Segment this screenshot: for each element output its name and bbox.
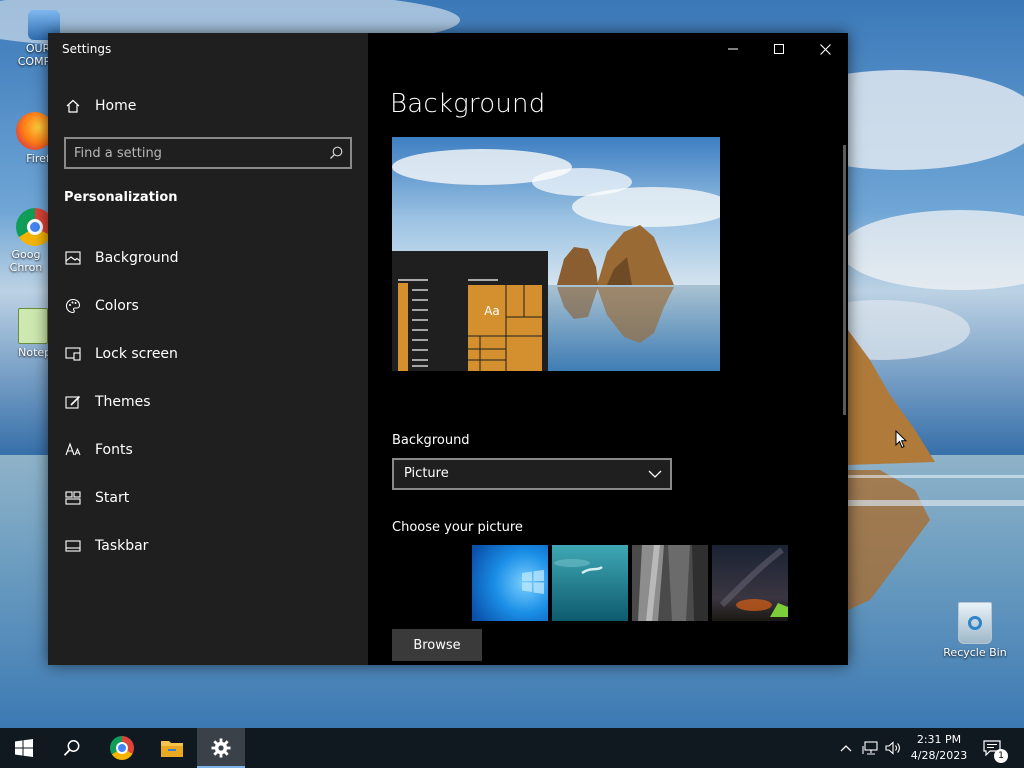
taskbar-chrome-button[interactable] — [98, 728, 146, 768]
show-hidden-icons-button[interactable] — [836, 738, 856, 758]
clock-date: 4/28/2023 — [910, 749, 968, 762]
settings-window: Home Personalization Background Colors — [48, 33, 848, 665]
notification-count-badge: 1 — [994, 749, 1008, 763]
window-titlebar[interactable]: Settings — [48, 33, 848, 65]
taskbar: 2:31 PM 4/28/2023 — [0, 728, 1024, 768]
night-sky-tent-thumb[interactable] — [712, 545, 788, 621]
sidebar-item-background[interactable]: Background — [64, 246, 179, 270]
sidebar-item-taskbar[interactable]: Taskbar — [64, 534, 148, 558]
desktop-icon-recycle-bin[interactable]: Recycle Bin — [940, 602, 1010, 659]
preview-sample-text: Aa — [484, 304, 500, 318]
maximize-icon — [774, 44, 784, 54]
settings-content: Background Aa Background Picture Choose … — [368, 33, 848, 665]
taskbar-file-explorer-button[interactable] — [148, 728, 196, 768]
start-tiles-icon — [64, 489, 82, 507]
desktop-icon-label: Recycle Bin — [943, 646, 1007, 659]
taskbar-settings-button[interactable] — [197, 728, 245, 768]
sidebar-item-label: Home — [95, 98, 137, 114]
sidebar-item-lock-screen[interactable]: Lock screen — [64, 342, 178, 366]
windows-blue-thumb[interactable] — [472, 545, 548, 621]
rock-cliff-thumb[interactable] — [632, 545, 708, 621]
clock-time: 2:31 PM — [916, 733, 962, 746]
background-type-select[interactable]: Picture — [392, 458, 672, 490]
windows-start-icon — [15, 739, 33, 757]
close-icon — [819, 43, 831, 55]
sidebar-item-themes[interactable]: Themes — [64, 390, 151, 414]
desktop-icon-label: Goog Chron — [9, 248, 43, 274]
selected-indicator — [48, 246, 52, 270]
network-tray-button[interactable] — [860, 738, 880, 758]
sidebar-item-label: Background — [95, 250, 179, 266]
sidebar-item-label: Colors — [95, 298, 139, 314]
minimize-icon — [728, 48, 738, 50]
start-button[interactable] — [0, 728, 48, 768]
mouse-cursor-icon — [895, 429, 908, 453]
settings-gear-icon — [211, 738, 231, 758]
content-scrollbar[interactable] — [843, 145, 846, 415]
sidebar-item-label: Start — [95, 490, 130, 506]
background-type-label: Background — [392, 433, 470, 448]
taskbar-search-button[interactable] — [48, 728, 96, 768]
recycle-bin-icon — [958, 602, 992, 644]
close-button[interactable] — [802, 33, 848, 65]
choose-picture-label: Choose your picture — [392, 520, 523, 535]
sidebar-item-fonts[interactable]: Fonts — [64, 438, 133, 462]
browse-button[interactable]: Browse — [392, 629, 482, 661]
font-icon — [64, 441, 82, 459]
notepad-icon — [18, 308, 48, 344]
chevron-down-icon — [648, 470, 662, 478]
volume-tray-button[interactable] — [883, 738, 903, 758]
sidebar-item-label: Taskbar — [95, 538, 149, 554]
background-type-value: Picture — [404, 466, 449, 481]
background-preview: Aa — [392, 137, 720, 371]
sidebar-item-colors[interactable]: Colors — [64, 294, 139, 318]
palette-icon — [64, 297, 82, 315]
maximize-button[interactable] — [756, 33, 802, 65]
network-icon — [862, 741, 878, 755]
home-icon — [64, 97, 82, 115]
taskbar-clock[interactable]: 2:31 PM 4/28/2023 — [904, 732, 974, 764]
taskbar-icon — [64, 537, 82, 555]
picture-icon — [64, 249, 82, 267]
search-icon[interactable] — [328, 145, 344, 165]
volume-icon — [885, 741, 900, 755]
sidebar-item-start[interactable]: Start — [64, 486, 129, 510]
window-title: Settings — [62, 42, 112, 56]
search-input[interactable] — [74, 144, 324, 162]
underwater-swimmer-thumb[interactable] — [552, 545, 628, 621]
minimize-button[interactable] — [710, 33, 756, 65]
brush-icon — [64, 393, 82, 411]
chevron-up-icon — [840, 745, 852, 752]
chrome-icon — [110, 736, 134, 760]
find-setting-search[interactable] — [64, 137, 352, 169]
sidebar-item-home[interactable]: Home — [64, 94, 136, 118]
search-icon — [63, 740, 80, 756]
settings-sidebar: Home Personalization Background Colors — [48, 33, 368, 665]
page-title: Background — [390, 89, 546, 119]
sidebar-item-label: Fonts — [95, 442, 133, 458]
file-explorer-icon — [161, 741, 183, 757]
section-title: Personalization — [64, 190, 178, 205]
lock-screen-icon — [64, 345, 82, 363]
sidebar-item-label: Themes — [95, 394, 151, 410]
sidebar-item-label: Lock screen — [95, 346, 178, 362]
